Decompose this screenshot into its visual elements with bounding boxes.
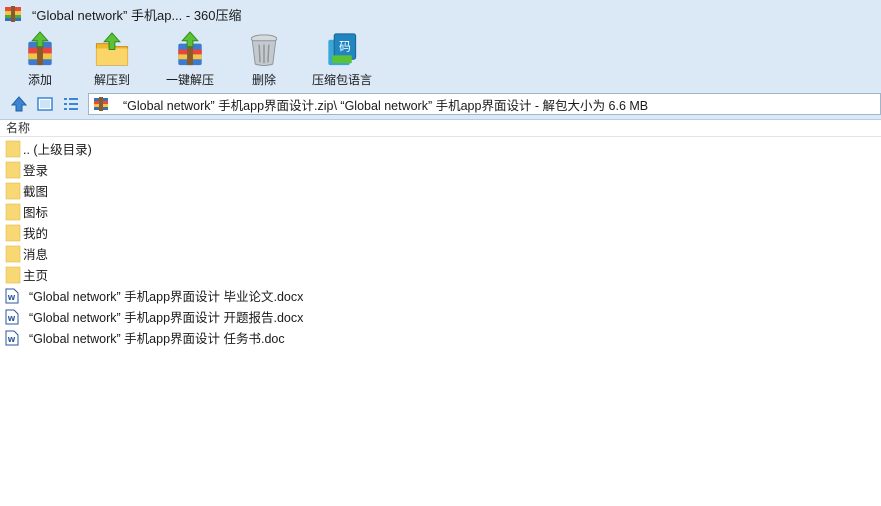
archive-icon xyxy=(94,97,108,111)
svg-text:W: W xyxy=(8,336,16,344)
extract-to-icon xyxy=(95,32,129,66)
folder-icon xyxy=(5,161,21,178)
list-item-name: 截图 xyxy=(23,185,49,199)
list-item-parent[interactable]: .. (上级目录) xyxy=(0,138,881,159)
archive-language-label: 压缩包语言 xyxy=(311,73,372,87)
folder-icon xyxy=(5,140,21,157)
list-item[interactable]: 主页 xyxy=(0,264,881,285)
word-document-icon: W xyxy=(5,288,19,303)
trash-icon xyxy=(250,34,278,67)
add-button[interactable]: 添加 xyxy=(10,28,70,88)
column-header-label: 名称 xyxy=(6,121,31,135)
list-item[interactable]: 我的 xyxy=(0,222,881,243)
list-item[interactable]: W “Global network” 手机app界面设计 任务书.doc xyxy=(0,327,881,348)
list-item[interactable]: 登录 xyxy=(0,159,881,180)
address-path: “Global network” 手机app界面设计.zip\ “Global … xyxy=(123,98,649,113)
list-item[interactable]: 消息 xyxy=(0,243,881,264)
one-click-extract-button[interactable]: 一键解压 xyxy=(154,28,226,88)
list-item-name: 图标 xyxy=(23,206,49,220)
up-button[interactable] xyxy=(8,93,30,115)
list-item-name: “Global network” 手机app界面设计 毕业论文.docx xyxy=(29,290,304,304)
list-item-name: 主页 xyxy=(23,269,49,283)
extract-to-label: 解压到 xyxy=(93,73,130,87)
list-item-name: 消息 xyxy=(23,248,49,262)
list-item-name: 登录 xyxy=(23,164,49,178)
one-click-extract-icon xyxy=(178,31,202,66)
extract-to-button[interactable]: 解压到 xyxy=(76,28,148,88)
list-item-name: “Global network” 手机app界面设计 任务书.doc xyxy=(29,332,285,346)
delete-label: 删除 xyxy=(251,73,276,87)
archive-language-icon: 码 xyxy=(328,33,357,66)
add-button-label: 添加 xyxy=(27,73,52,87)
thumbnail-view-button[interactable] xyxy=(34,93,56,115)
list-item-name: .. (上级目录) xyxy=(23,143,92,157)
folder-icon xyxy=(5,224,21,241)
main-toolbar: 添加 解压到 一键解压 删除 码 压缩包语言 xyxy=(0,28,881,88)
list-item-name: “Global network” 手机app界面设计 开题报告.docx xyxy=(29,311,304,325)
folder-icon xyxy=(5,245,21,262)
one-click-extract-label: 一键解压 xyxy=(165,73,214,87)
list-item[interactable]: 图标 xyxy=(0,201,881,222)
list-view-button[interactable] xyxy=(60,93,82,115)
up-arrow-icon xyxy=(10,95,28,111)
add-archive-icon xyxy=(28,31,52,66)
title-bar: “Global network” 手机ap... - 360压缩 xyxy=(0,0,881,28)
svg-text:W: W xyxy=(8,315,16,323)
folder-icon xyxy=(5,182,21,199)
archive-app-icon xyxy=(5,6,21,22)
file-list: .. (上级目录) 登录 截图 图标 我的 消息 主页 W “Global ne… xyxy=(0,138,881,348)
view-thumbnail-icon xyxy=(37,96,53,111)
archive-language-button[interactable]: 码 压缩包语言 xyxy=(302,28,382,88)
address-bar[interactable]: “Global network” 手机app界面设计.zip\ “Global … xyxy=(88,93,881,115)
list-item[interactable]: W “Global network” 手机app界面设计 开题报告.docx xyxy=(0,306,881,327)
list-item-name: 我的 xyxy=(23,227,49,241)
svg-text:W: W xyxy=(8,294,16,302)
list-item[interactable]: 截图 xyxy=(0,180,881,201)
delete-button[interactable]: 删除 xyxy=(232,28,296,88)
folder-icon xyxy=(5,266,21,283)
list-item[interactable]: W “Global network” 手机app界面设计 毕业论文.docx xyxy=(0,285,881,306)
column-header-name[interactable]: 名称 xyxy=(0,120,881,137)
svg-text:码: 码 xyxy=(339,39,351,53)
view-list-icon xyxy=(64,97,78,110)
window-title: “Global network” 手机ap... - 360压缩 xyxy=(32,7,242,23)
word-document-icon: W xyxy=(5,330,19,345)
folder-icon xyxy=(5,203,21,220)
word-document-icon: W xyxy=(5,309,19,324)
navigation-bar: “Global network” 手机app界面设计.zip\ “Global … xyxy=(0,88,881,120)
